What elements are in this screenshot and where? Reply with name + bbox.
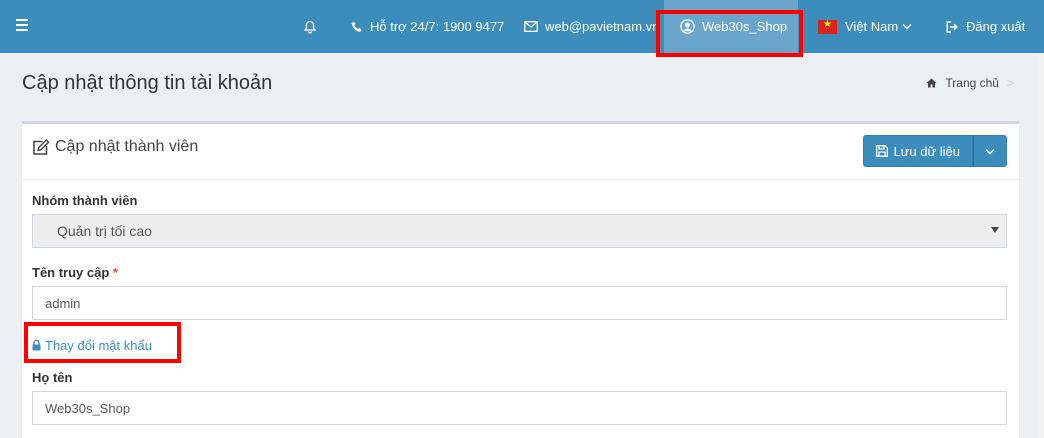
page-title: Cập nhật thông tin tài khoản	[22, 72, 273, 94]
chevron-down-icon	[902, 24, 912, 30]
select-arrow-icon	[991, 227, 999, 233]
user-name: Web30s_Shop	[702, 19, 788, 34]
fullname-label: Họ tên	[32, 370, 73, 385]
vietnam-flag-icon	[818, 19, 837, 34]
logout-label: Đăng xuất	[966, 19, 1026, 34]
panel-title-text: Cập nhật thành viên	[55, 138, 199, 155]
required-mark: *	[112, 265, 118, 280]
language-label: Việt Nam	[845, 19, 899, 34]
user-circle-icon	[680, 19, 695, 34]
save-dropdown-toggle[interactable]	[973, 135, 1007, 167]
panel-header: Cập nhật thành viên Lưu dữ liệu	[22, 124, 1019, 180]
change-password-text: Thay đổi mật khẩu	[45, 338, 152, 353]
support-text: Hỗ trợ 24/7: 1900 9477	[370, 19, 505, 34]
envelope-icon	[524, 21, 538, 32]
sign-out-icon	[946, 20, 958, 33]
chevron-down-icon	[985, 148, 995, 154]
change-password-link[interactable]: Thay đổi mật khẩu	[32, 338, 152, 353]
member-update-panel: Cập nhật thành viên Lưu dữ liệu Nhóm thà…	[22, 121, 1019, 438]
username-label-text: Tên truy cập	[32, 265, 110, 280]
logout-button[interactable]: Đăng xuất	[946, 0, 1025, 53]
fullname-input[interactable]	[32, 391, 1007, 425]
bell-icon	[303, 20, 317, 33]
save-button[interactable]: Lưu dữ liệu	[863, 135, 973, 167]
username-label: Tên truy cập *	[32, 265, 118, 280]
panel-title: Cập nhật thành viên	[32, 138, 198, 156]
breadcrumb: Trang chủ >	[926, 76, 1014, 90]
notifications-button[interactable]	[303, 0, 324, 53]
breadcrumb-home-link[interactable]: Trang chủ	[945, 76, 999, 90]
page-scrollbar[interactable]	[1038, 53, 1044, 438]
username-input[interactable]	[32, 286, 1007, 320]
user-menu-button[interactable]: Web30s_Shop	[664, 0, 798, 53]
support-hotline[interactable]: Hỗ trợ 24/7: 1900 9477	[351, 0, 504, 53]
email-link[interactable]: web@pavietnam.vn	[524, 0, 659, 53]
member-group-select[interactable]: Quản trị tối cao	[32, 214, 1007, 248]
language-selector[interactable]: Việt Nam	[818, 0, 912, 53]
phone-icon	[351, 21, 362, 32]
home-icon	[926, 78, 937, 88]
save-button-group: Lưu dữ liệu	[863, 135, 1007, 167]
member-group-label: Nhóm thành viên	[32, 193, 138, 208]
menu-icon[interactable]	[16, 19, 28, 31]
member-group-value: Quản trị tối cao	[57, 223, 152, 239]
edit-icon	[33, 139, 50, 155]
lock-icon	[32, 340, 41, 351]
breadcrumb-separator: >	[1006, 76, 1014, 90]
floppy-disk-icon	[876, 145, 889, 157]
email-text: web@pavietnam.vn	[545, 19, 660, 34]
top-navbar: Hỗ trợ 24/7: 1900 9477 web@pavietnam.vn …	[0, 0, 1044, 53]
save-button-label: Lưu dữ liệu	[893, 143, 960, 159]
